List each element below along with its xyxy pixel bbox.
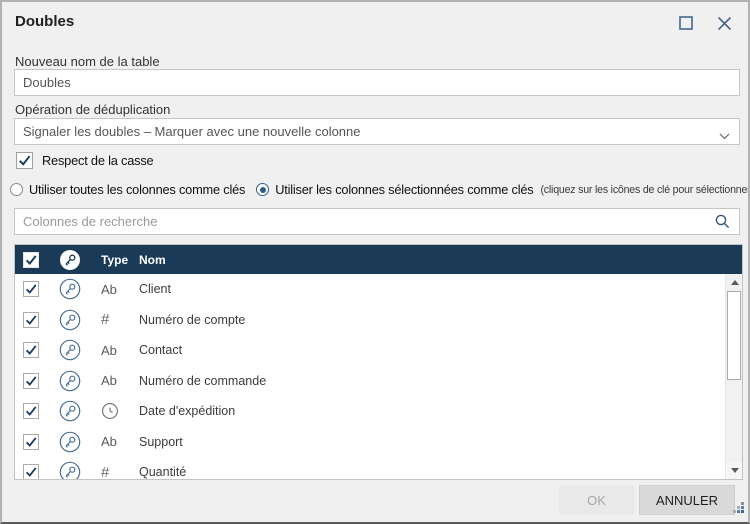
type-label: Ab	[101, 373, 117, 388]
select-all-checkbox[interactable]	[23, 252, 39, 268]
type-cell: Ab	[85, 434, 129, 449]
type-cell	[85, 402, 129, 420]
type-label: Ab	[101, 434, 117, 449]
triangle-down-icon	[731, 468, 739, 473]
dedup-select[interactable]: Signaler les doubles – Marquer avec une …	[14, 118, 740, 145]
maximize-icon	[678, 15, 694, 31]
radio-unselected-icon	[10, 183, 23, 196]
header-key-icon[interactable]	[55, 249, 85, 271]
table-row[interactable]: Ab Numéro de commande	[15, 366, 725, 397]
key-icon[interactable]	[55, 309, 85, 331]
table-body: Ab Client # Numéro de compte Ab	[15, 274, 725, 479]
column-name: Date d'expédition	[129, 404, 725, 418]
dialog-title: Doubles	[15, 13, 74, 30]
scrollbar-thumb[interactable]	[727, 291, 741, 380]
row-checkbox[interactable]	[23, 312, 39, 328]
table-name-input[interactable]	[14, 69, 740, 96]
type-label: #	[101, 464, 109, 479]
chevron-down-icon	[719, 128, 730, 143]
triangle-up-icon	[731, 280, 739, 285]
header-type: Type	[85, 253, 129, 267]
row-checkbox[interactable]	[23, 342, 39, 358]
checkbox-icon	[16, 152, 33, 169]
columns-table: Type Nom Ab Client #	[14, 244, 743, 480]
column-name: Quantité	[129, 465, 725, 479]
radio-all-columns-label: Utiliser toutes les colonnes comme clés	[29, 182, 245, 197]
type-label: #	[101, 311, 109, 328]
case-sensitive-label: Respect de la casse	[42, 153, 153, 168]
table-row[interactable]: # Numéro de compte	[15, 305, 725, 336]
title-bar: Doubles	[2, 2, 748, 46]
key-icon[interactable]	[55, 400, 85, 422]
row-checkbox[interactable]	[23, 464, 39, 479]
scroll-down-button[interactable]	[726, 462, 743, 479]
column-name: Numéro de compte	[129, 313, 725, 327]
key-icon[interactable]	[55, 431, 85, 453]
type-cell: #	[85, 464, 129, 479]
column-name: Support	[129, 435, 725, 449]
close-button[interactable]	[714, 13, 734, 33]
key-icon[interactable]	[55, 339, 85, 361]
cancel-button[interactable]: ANNULER	[639, 485, 735, 515]
type-cell: Ab	[85, 373, 129, 388]
header-name: Nom	[129, 253, 742, 267]
scroll-up-button[interactable]	[726, 274, 743, 291]
close-icon	[716, 15, 733, 32]
key-mode-hint: (cliquez sur les icônes de clé pour séle…	[540, 184, 750, 196]
type-cell: Ab	[85, 282, 129, 297]
row-checkbox[interactable]	[23, 403, 39, 419]
type-label: Ab	[101, 343, 117, 358]
table-row[interactable]: Ab Client	[15, 274, 725, 305]
case-sensitive-checkbox[interactable]: Respect de la casse	[16, 152, 153, 169]
table-row[interactable]: Ab Contact	[15, 335, 725, 366]
table-row[interactable]: Date d'expédition	[15, 396, 725, 427]
radio-selected-columns-label: Utiliser les colonnes sélectionnées comm…	[275, 182, 533, 197]
column-name: Contact	[129, 343, 725, 357]
type-cell: Ab	[85, 343, 129, 358]
dedup-label: Opération de déduplication	[15, 102, 170, 117]
key-icon[interactable]	[55, 461, 85, 479]
maximize-button[interactable]	[676, 13, 696, 33]
column-name: Client	[129, 282, 725, 296]
column-name: Numéro de commande	[129, 374, 725, 388]
key-icon[interactable]	[55, 370, 85, 392]
row-checkbox[interactable]	[23, 373, 39, 389]
key-icon[interactable]	[55, 278, 85, 300]
table-row[interactable]: Ab Support	[15, 427, 725, 458]
row-checkbox[interactable]	[23, 281, 39, 297]
key-mode-group: Utiliser toutes les colonnes comme clés …	[10, 182, 744, 197]
dedup-selected-value: Signaler les doubles – Marquer avec une …	[23, 124, 361, 139]
type-cell: #	[85, 311, 129, 328]
ok-button[interactable]: OK	[559, 485, 634, 515]
table-name-label: Nouveau nom de la table	[15, 54, 160, 69]
row-checkbox[interactable]	[23, 434, 39, 450]
type-label: Ab	[101, 282, 117, 297]
vertical-scrollbar[interactable]	[725, 274, 742, 479]
search-input[interactable]	[14, 208, 740, 235]
radio-selected-columns[interactable]: Utiliser les colonnes sélectionnées comm…	[256, 182, 533, 197]
radio-all-columns[interactable]: Utiliser toutes les colonnes comme clés	[10, 182, 245, 197]
table-header: Type Nom	[15, 245, 742, 274]
table-row[interactable]: # Quantité	[15, 457, 725, 479]
doubles-dialog: Doubles Nouveau nom de la table Opératio…	[0, 0, 750, 524]
clock-icon	[101, 402, 119, 420]
resize-grip-icon[interactable]	[732, 501, 745, 519]
radio-selected-icon	[256, 183, 269, 196]
